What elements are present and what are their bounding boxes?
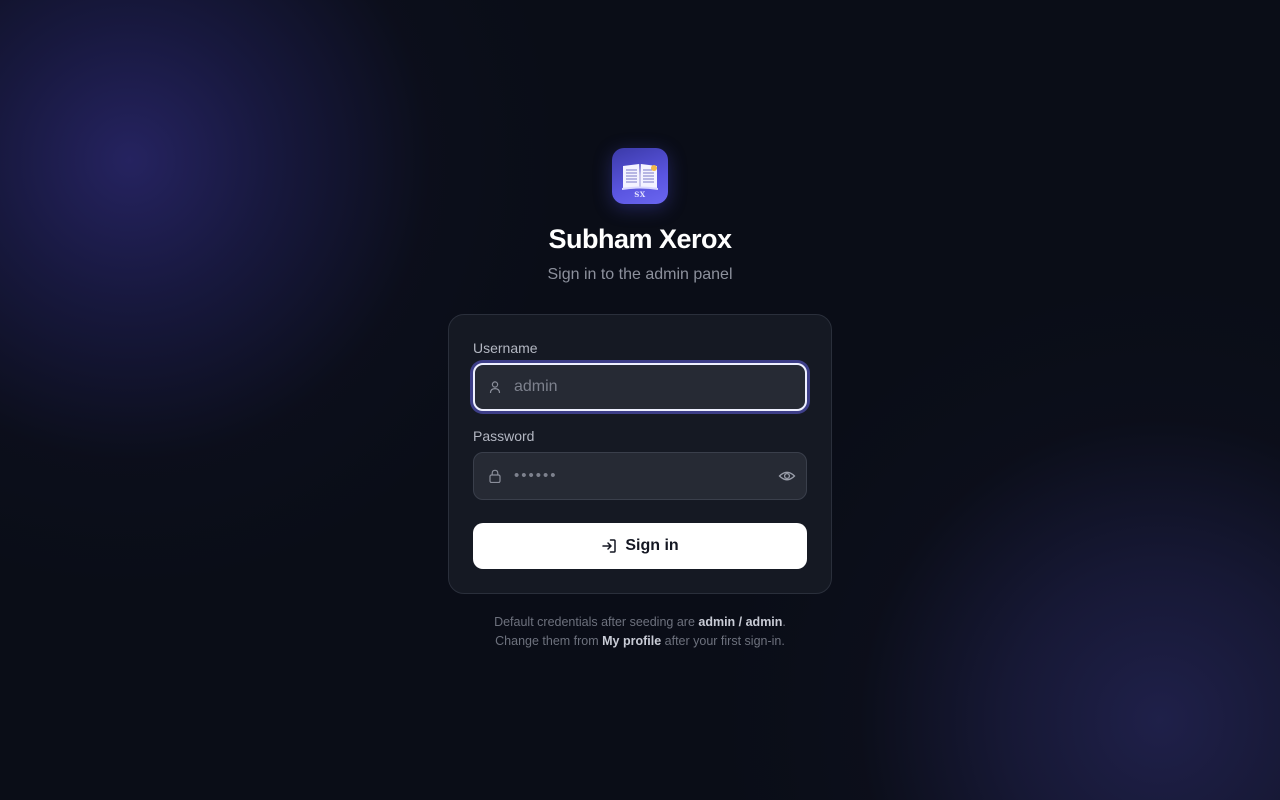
user-icon [489,381,501,394]
hint-text: Default credentials after seeding are [494,615,699,629]
hint-text: Change them from [495,634,603,648]
login-card: Username Password Sig [448,314,832,594]
app-logo: SX [612,148,668,204]
password-input[interactable] [514,453,764,499]
profile-hint: Change them from My profile after your f… [0,634,1280,648]
login-page: SX Subham Xerox Sign in to the admin pan… [0,0,1280,800]
username-label: Username [473,340,538,356]
page-title: Subham Xerox [548,224,732,254]
sign-in-label: Sign in [625,537,679,554]
password-field[interactable] [473,452,807,500]
username-input[interactable] [514,365,764,409]
hint-text-end: after your first sign-in. [661,634,785,648]
my-profile-reference: My profile [602,634,662,648]
password-label: Password [473,428,535,444]
sign-in-icon [602,539,617,553]
username-field[interactable] [473,363,807,411]
eye-icon[interactable] [778,468,796,484]
sign-in-button[interactable]: Sign in [473,523,807,569]
hint-text-end: . [782,615,786,629]
default-credentials: admin / admin [698,615,783,629]
credentials-hint: Default credentials after seeding are ad… [0,615,1280,629]
logo-monogram: SX [634,190,646,199]
lock-icon [489,469,501,483]
page-subtitle: Sign in to the admin panel [547,266,733,283]
